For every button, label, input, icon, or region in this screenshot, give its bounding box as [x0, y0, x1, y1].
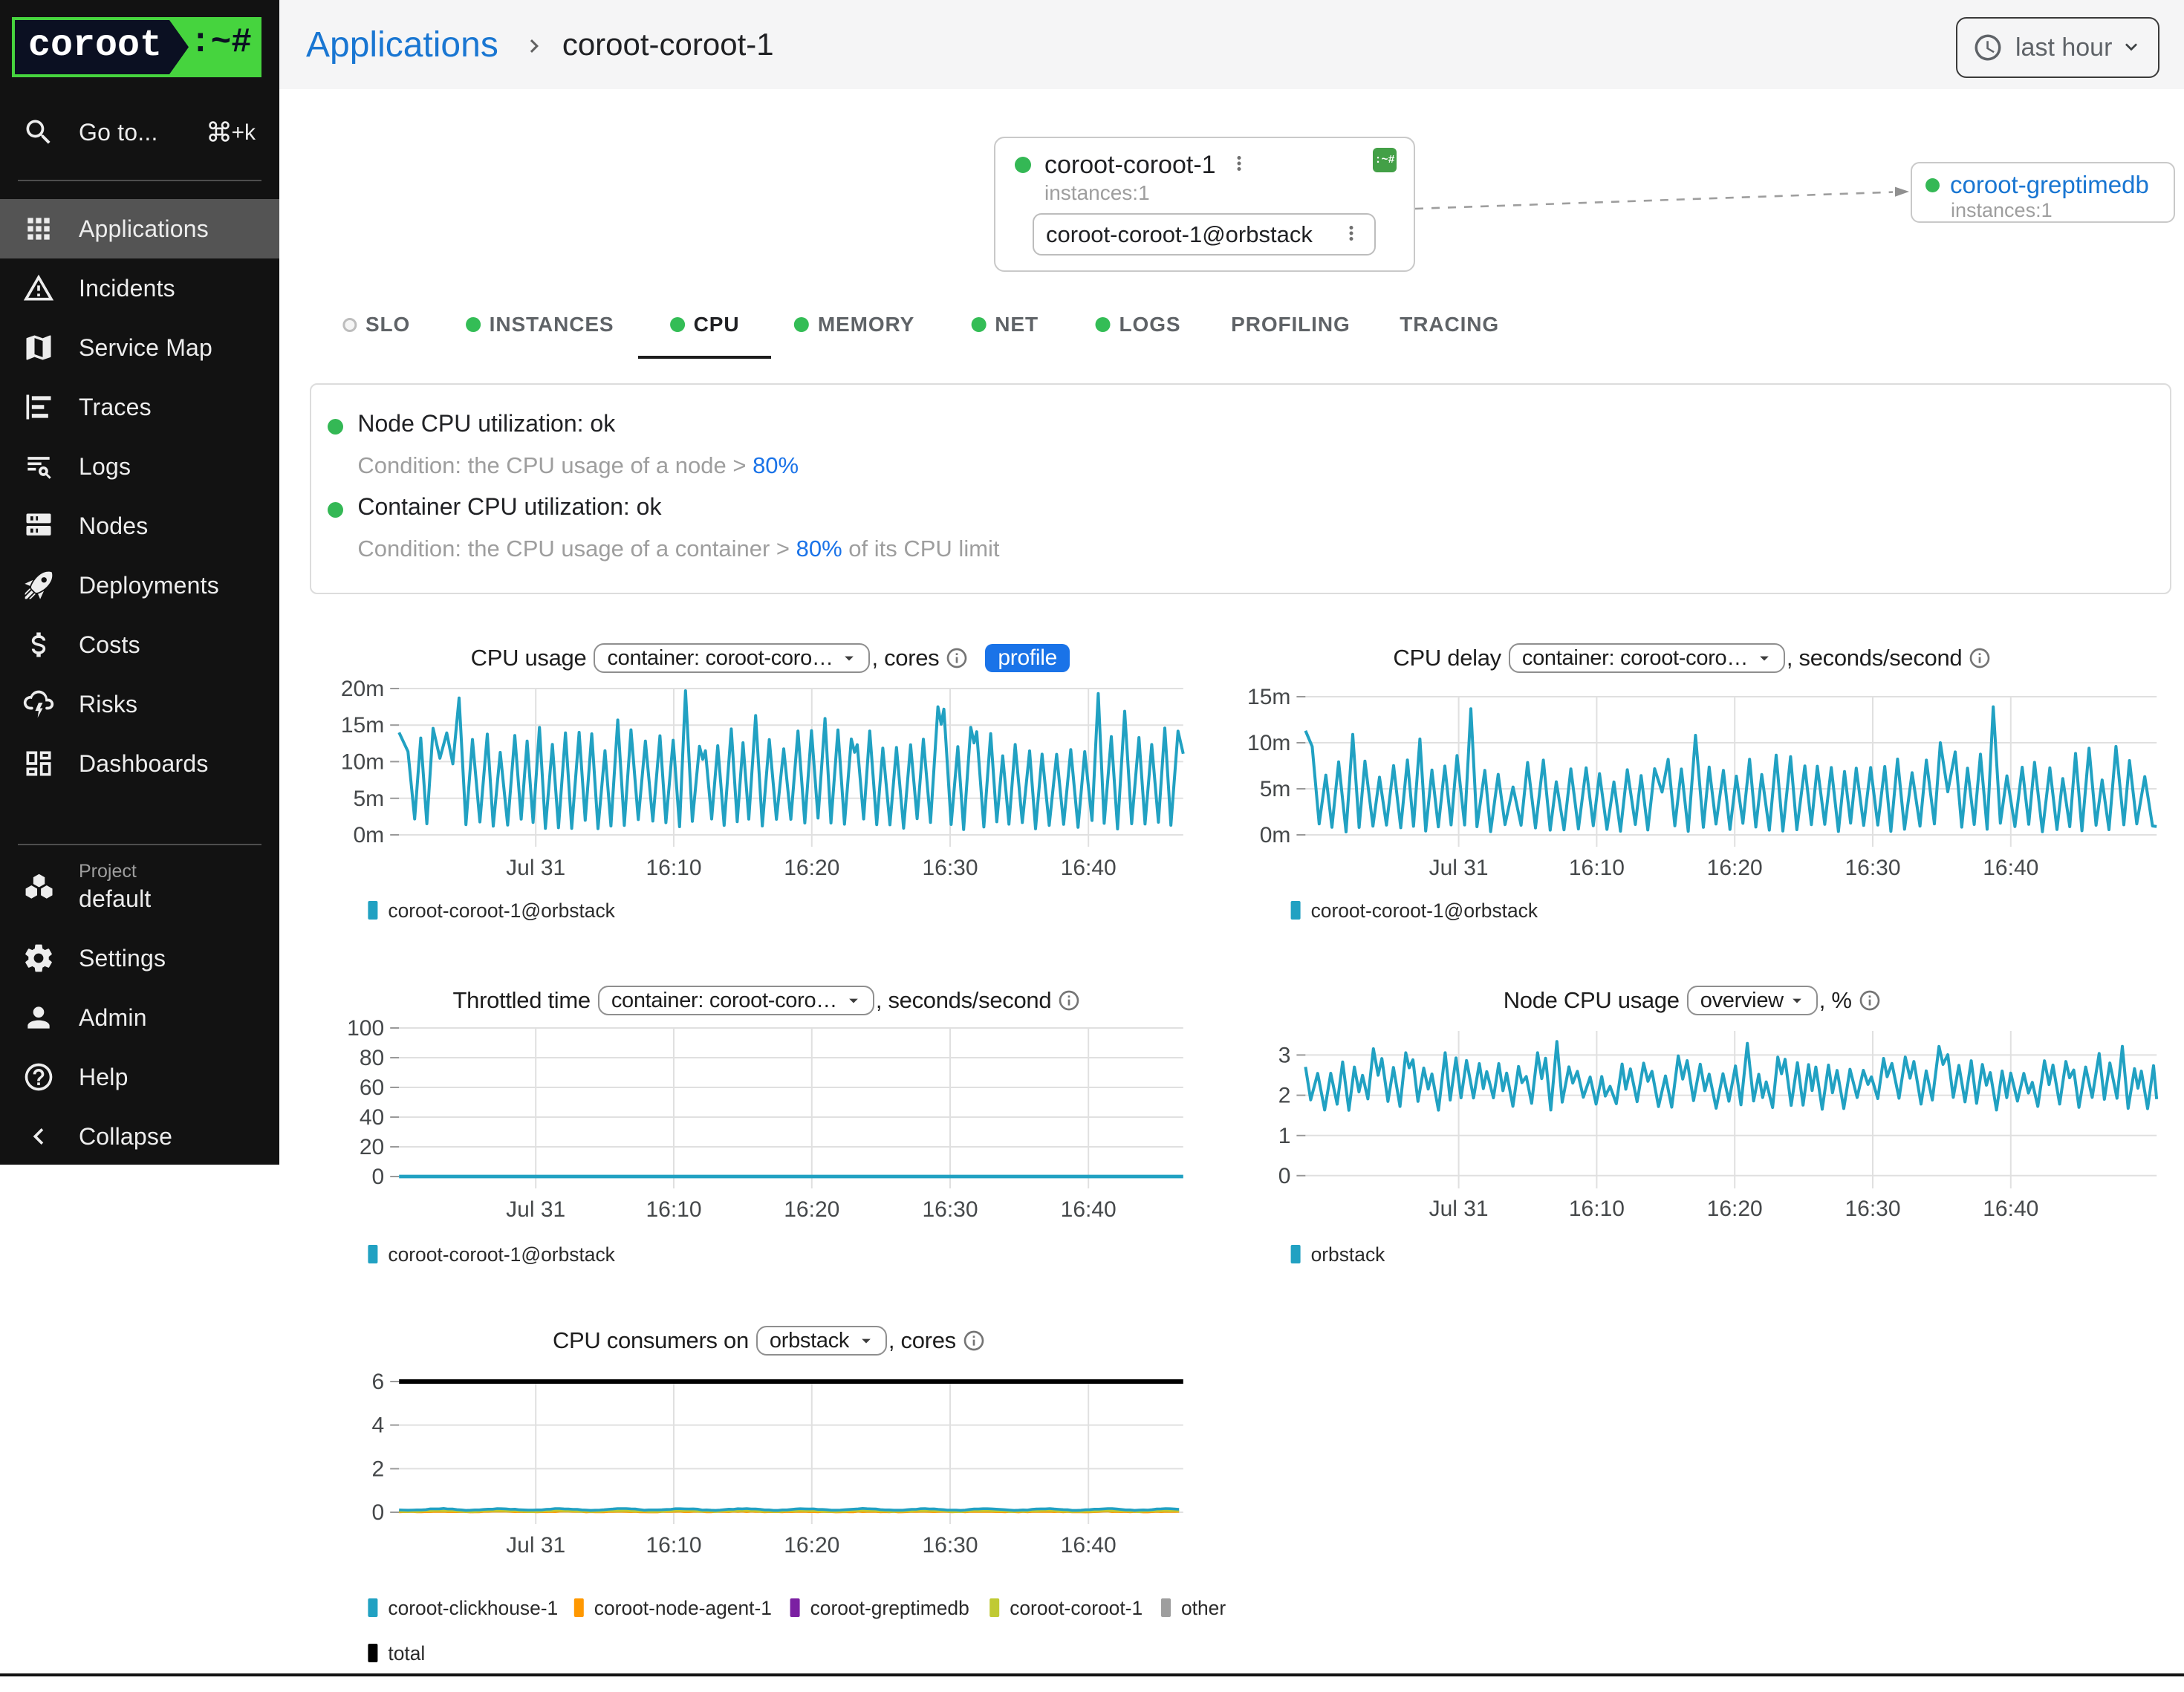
svg-text:16:30: 16:30 — [922, 1533, 978, 1558]
svg-text:2: 2 — [372, 1457, 385, 1481]
svg-text:coroot-coroot-1@orbstack: coroot-coroot-1@orbstack — [388, 899, 615, 922]
svg-text:16:20: 16:20 — [1707, 1197, 1763, 1221]
svg-text:10m: 10m — [341, 749, 384, 774]
svg-text:20m: 20m — [341, 677, 384, 701]
svg-text:5m: 5m — [354, 787, 385, 811]
svg-text:20: 20 — [360, 1135, 384, 1159]
svg-text:16:30: 16:30 — [922, 856, 978, 880]
svg-text:coroot-coroot-1@orbstack: coroot-coroot-1@orbstack — [1311, 899, 1538, 922]
svg-text:16:10: 16:10 — [646, 1533, 701, 1558]
svg-text:0: 0 — [372, 1165, 385, 1189]
svg-text:5m: 5m — [1260, 777, 1291, 801]
svg-text:16:30: 16:30 — [1845, 856, 1900, 880]
svg-text:16:40: 16:40 — [1061, 1197, 1117, 1222]
svg-text:3: 3 — [1278, 1043, 1291, 1067]
svg-text:0m: 0m — [354, 823, 385, 847]
svg-text:16:40: 16:40 — [1061, 856, 1117, 880]
svg-text:16:20: 16:20 — [1707, 856, 1763, 880]
svg-text:16:40: 16:40 — [1061, 1533, 1117, 1558]
svg-text:15m: 15m — [341, 713, 384, 738]
svg-text:1: 1 — [1278, 1124, 1291, 1148]
svg-text:other: other — [1181, 1597, 1226, 1619]
svg-text:coroot-greptimedb: coroot-greptimedb — [810, 1597, 969, 1619]
svg-text:16:40: 16:40 — [1983, 1197, 2038, 1221]
svg-text:16:30: 16:30 — [922, 1197, 978, 1222]
svg-text:80: 80 — [360, 1046, 384, 1070]
svg-text:coroot-clickhouse-1: coroot-clickhouse-1 — [388, 1597, 558, 1619]
svg-text:Jul 31: Jul 31 — [1429, 1197, 1489, 1221]
svg-text:16:30: 16:30 — [1845, 1197, 1900, 1221]
svg-text:10m: 10m — [1247, 731, 1290, 755]
svg-text:total: total — [388, 1642, 425, 1665]
svg-text:coroot-coroot-1: coroot-coroot-1 — [1010, 1597, 1143, 1619]
svg-text:coroot-coroot-1@orbstack: coroot-coroot-1@orbstack — [388, 1243, 615, 1266]
svg-text:0: 0 — [1278, 1164, 1291, 1188]
svg-text:0: 0 — [372, 1500, 385, 1525]
svg-text:coroot-node-agent-1: coroot-node-agent-1 — [594, 1597, 772, 1619]
svg-text:16:10: 16:10 — [1569, 856, 1625, 880]
svg-text:100: 100 — [347, 1016, 384, 1041]
svg-text:16:20: 16:20 — [784, 1197, 839, 1222]
svg-text:Jul 31: Jul 31 — [1429, 856, 1489, 880]
svg-text:16:20: 16:20 — [784, 1533, 839, 1558]
svg-text:16:40: 16:40 — [1983, 856, 2038, 880]
svg-text:40: 40 — [360, 1105, 384, 1130]
svg-text:16:10: 16:10 — [1569, 1197, 1625, 1221]
svg-text:6: 6 — [372, 1370, 385, 1394]
svg-text:orbstack: orbstack — [1311, 1243, 1386, 1266]
svg-text:Jul 31: Jul 31 — [506, 856, 565, 880]
svg-text:15m: 15m — [1247, 685, 1290, 709]
svg-text:16:20: 16:20 — [784, 856, 839, 880]
svg-text:Jul 31: Jul 31 — [506, 1197, 565, 1222]
svg-text:16:10: 16:10 — [646, 856, 701, 880]
svg-text:60: 60 — [360, 1076, 384, 1100]
svg-text:0m: 0m — [1260, 823, 1291, 847]
svg-text:Jul 31: Jul 31 — [506, 1533, 565, 1558]
svg-text:2: 2 — [1278, 1084, 1291, 1108]
svg-text:16:10: 16:10 — [646, 1197, 701, 1222]
svg-text:4: 4 — [372, 1413, 385, 1438]
